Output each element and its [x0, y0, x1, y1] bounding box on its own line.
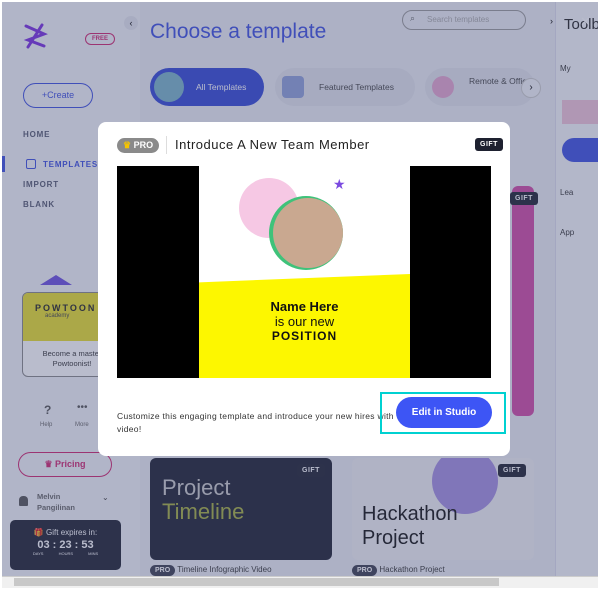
scrollbar-thumb[interactable]: [14, 578, 499, 586]
template-preview-modal: ♛ PRO Introduce A New Team Member GIFT ★…: [98, 122, 510, 456]
preview-line2: is our new: [274, 314, 335, 329]
video-preview[interactable]: ★ Name Here is our new POSITION: [117, 166, 491, 378]
app-window: FREE +Create HOME TEMPLATES IMPORT BLANK…: [2, 2, 598, 576]
modal-description: Customize this engaging template and int…: [117, 411, 394, 434]
gift-badge: GIFT: [475, 138, 503, 151]
star-icon: ★: [333, 176, 346, 192]
pro-badge: ♛ PRO: [117, 138, 160, 153]
modal-title: Introduce A New Team Member: [175, 137, 370, 152]
edit-in-studio-button[interactable]: Edit in Studio: [396, 397, 492, 428]
preview-line3: POSITION: [271, 329, 338, 343]
divider: [166, 136, 167, 154]
horizontal-scrollbar[interactable]: [2, 576, 598, 588]
preview-line1: Name Here: [270, 299, 339, 314]
